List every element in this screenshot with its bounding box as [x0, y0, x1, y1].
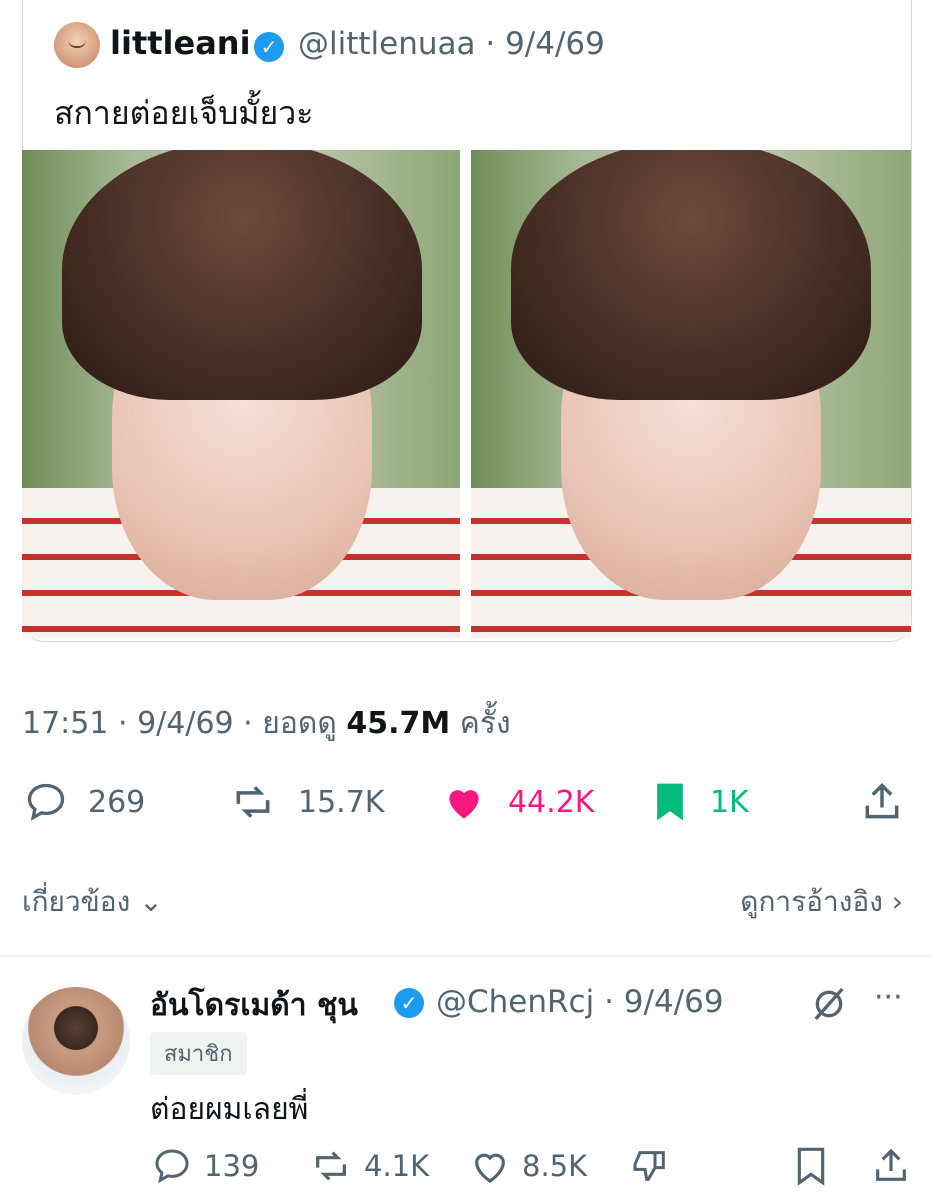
- chevron-down-icon: ⌄: [139, 885, 163, 918]
- repost-icon: [236, 786, 270, 818]
- quoted-author-avatar[interactable]: [54, 22, 100, 68]
- reply-downvote-button[interactable]: [628, 1146, 682, 1186]
- reply-author-avatar[interactable]: [22, 987, 130, 1095]
- quoted-author-name[interactable]: littleani: [110, 24, 251, 62]
- bookmark-button[interactable]: 1K: [648, 780, 749, 824]
- reply-like-button[interactable]: 8.5K: [468, 1146, 587, 1186]
- post-photo-2[interactable]: [471, 150, 911, 638]
- bookmark-icon: [797, 1147, 825, 1186]
- view-count-suffix: ครั้ง: [459, 706, 511, 741]
- reply-repost-count: 4.1K: [364, 1149, 430, 1183]
- repost-icon: [316, 1151, 346, 1181]
- share-icon: [876, 1148, 906, 1181]
- reply-author-name[interactable]: อันโดรเมด้า ชุน: [150, 982, 358, 1029]
- reply-button[interactable]: 269: [22, 780, 145, 824]
- reply-reply-count: 139: [204, 1149, 260, 1183]
- bookmark-filled-icon: [657, 783, 683, 821]
- reply-share-button[interactable]: [870, 1146, 922, 1186]
- view-count: 45.7M: [346, 706, 451, 741]
- divider: [0, 955, 933, 957]
- quoted-post-text: สกายต่อยเจ็บมั้ยวะ: [54, 94, 314, 132]
- chevron-right-icon: ›: [891, 885, 903, 918]
- share-button[interactable]: [858, 780, 924, 824]
- reply-icon: [155, 1149, 189, 1184]
- reply-bookmark-button[interactable]: [790, 1146, 842, 1186]
- view-quotes-link[interactable]: ดูการอ้างอิง ›: [740, 880, 903, 924]
- repost-button[interactable]: 15.7K: [226, 780, 384, 824]
- member-badge: สมาชิก: [150, 1032, 247, 1075]
- related-label: เกี่ยวข้อง: [22, 885, 131, 918]
- post-photo-1[interactable]: [22, 150, 460, 638]
- like-count: 44.2K: [508, 784, 595, 820]
- repost-count: 15.7K: [298, 784, 385, 820]
- thumbs-down-icon: [633, 1151, 665, 1181]
- post-time-date: 17:51 · 9/4/69 · ยอดดู: [22, 706, 337, 741]
- verified-badge-icon: ✓: [254, 32, 284, 62]
- reply-author-handle-date: @ChenRcj · 9/4/69: [436, 984, 724, 1020]
- like-button[interactable]: 44.2K: [438, 780, 594, 824]
- heart-filled-icon: [449, 790, 479, 819]
- bookmark-count: 1K: [710, 784, 749, 820]
- view-quotes-label: ดูการอ้างอิง: [740, 885, 883, 918]
- reply-count: 269: [88, 784, 146, 820]
- post-timestamp-views: 17:51 · 9/4/69 · ยอดดู 45.7M ครั้ง: [22, 700, 511, 747]
- reply-icon: [27, 783, 65, 821]
- reply-reply-button[interactable]: 139: [150, 1146, 259, 1186]
- share-icon: [865, 783, 899, 819]
- heart-icon: [475, 1153, 505, 1183]
- reply-repost-button[interactable]: 4.1K: [308, 1146, 429, 1186]
- verified-badge-icon: ✓: [394, 988, 424, 1018]
- quoted-author-handle-date: @littlenuaa · 9/4/69: [298, 26, 605, 62]
- related-link[interactable]: เกี่ยวข้อง ⌄: [22, 880, 163, 924]
- reply-text: ต่อยผมเลยพี่: [150, 1092, 309, 1127]
- more-options-icon[interactable]: ···: [874, 980, 903, 1015]
- reply-like-count: 8.5K: [522, 1149, 588, 1183]
- grok-icon[interactable]: [808, 984, 850, 1028]
